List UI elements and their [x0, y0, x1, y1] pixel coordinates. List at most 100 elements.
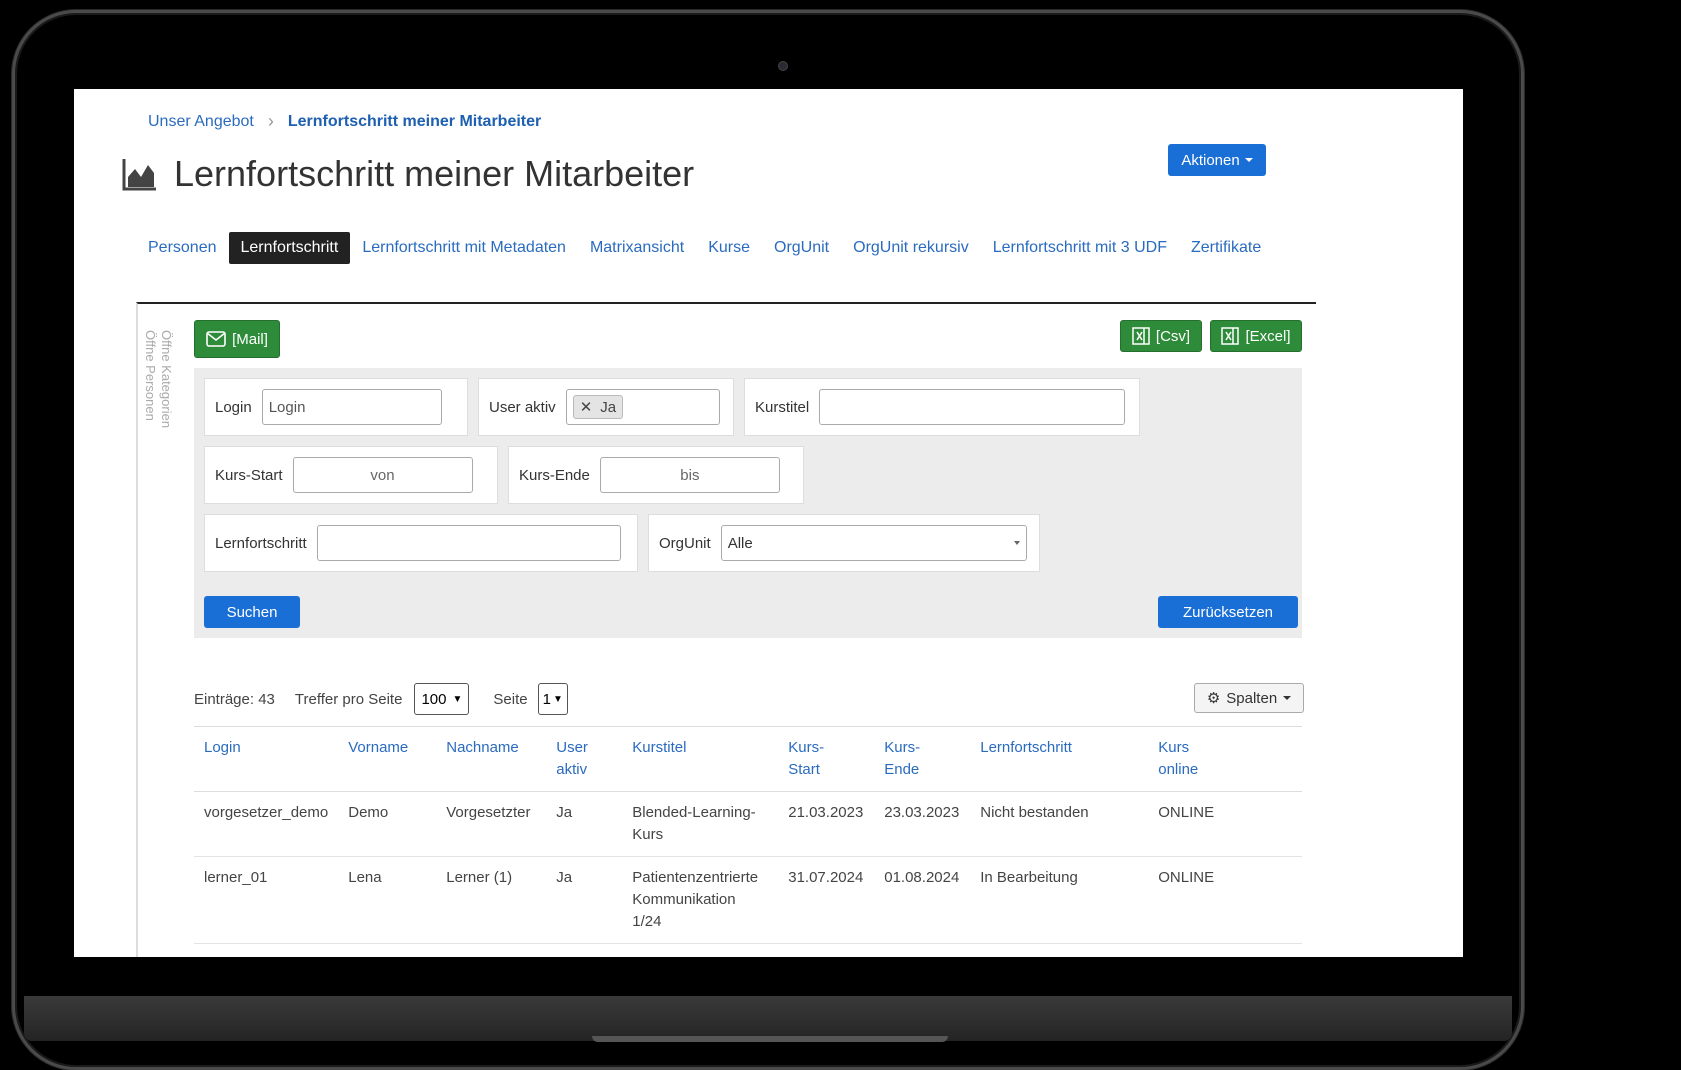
tab-orgunit-rekursiv[interactable]: OrgUnit rekursiv	[841, 232, 981, 264]
user-aktiv-tag-label: Ja	[600, 398, 617, 416]
reset-button[interactable]: Zurücksetzen	[1158, 596, 1298, 628]
filter-orgunit: OrgUnit Alle	[648, 514, 1040, 572]
spreadsheet-icon	[1221, 327, 1240, 345]
kurs-ende-input[interactable]: bis	[599, 457, 780, 493]
column-header-kurstitel[interactable]: Kurstitel	[622, 726, 779, 792]
columns-label: Spalten	[1226, 689, 1278, 707]
kurs-start-label: Kurs-Start	[215, 466, 283, 484]
kurstitel-input[interactable]	[819, 389, 1126, 425]
page-label: Seite	[493, 690, 528, 708]
column-header-login[interactable]: Login	[194, 726, 339, 792]
envelope-icon	[206, 331, 226, 347]
laptop-base	[24, 996, 1512, 1041]
breadcrumb-current[interactable]: Lernfortschritt meiner Mitarbeiter	[288, 113, 541, 131]
tab-bar: Personen Lernfortschritt Lernfortschritt…	[136, 232, 1273, 264]
cell-vorname: Demo	[338, 791, 437, 857]
cell-kurs-online: ONLINE	[1148, 791, 1302, 857]
caret-down-icon	[1244, 158, 1253, 162]
cell-kurs-start: 31.07.2024	[778, 856, 875, 944]
area-chart-icon	[122, 159, 156, 191]
aktionen-label: Aktionen	[1181, 151, 1240, 169]
tab-lernfortschritt-3-udf[interactable]: Lernfortschritt mit 3 UDF	[981, 232, 1179, 264]
cell-kurs-start: 21.03.2023	[778, 791, 875, 857]
user-aktiv-select[interactable]: ✕ Ja	[565, 389, 720, 425]
tab-matrixansicht[interactable]: Matrixansicht	[578, 232, 696, 264]
column-header-kurs-ende[interactable]: Kurs- Ende	[874, 726, 971, 792]
tab-lernfortschritt[interactable]: Lernfortschritt	[228, 232, 351, 264]
column-header-kurs-online[interactable]: Kurs online	[1148, 726, 1302, 792]
filter-kurs-ende: Kurs-Ende bis	[508, 446, 804, 504]
tab-personen[interactable]: Personen	[136, 232, 229, 264]
cell-kurstitel: Patientenzentrierte Kommunikation 1/24	[622, 856, 779, 944]
page-value: 1	[542, 690, 551, 708]
login-input[interactable]: Login	[261, 389, 442, 425]
filter-lernfortschritt: Lernfortschritt	[204, 514, 638, 572]
tab-lernfortschritt-metadaten[interactable]: Lernfortschritt mit Metadaten	[350, 232, 578, 264]
breadcrumb-parent-link[interactable]: Unser Angebot	[148, 113, 254, 131]
user-aktiv-tag: ✕ Ja	[572, 395, 624, 419]
orgunit-select[interactable]: Alle	[720, 525, 1027, 561]
lernfortschritt-input[interactable]	[316, 525, 621, 561]
remove-tag-icon[interactable]: ✕	[580, 398, 593, 416]
table-header-row: Login Vorname Nachname User aktiv Kurstit…	[194, 726, 1302, 792]
filter-kurstitel: Kurstitel	[744, 378, 1140, 436]
mail-label: [Mail]	[232, 330, 268, 348]
tab-kurse[interactable]: Kurse	[696, 232, 762, 264]
cell-kurs-ende: 23.03.2023	[874, 791, 971, 857]
report-panel: Öffne Kategorien Öffne Personen [Mail] […	[136, 302, 1316, 957]
column-header-user-aktiv[interactable]: User aktiv	[546, 726, 623, 792]
cell-login: vorgesetzer_demo	[194, 791, 339, 857]
chevron-down-icon: ▼	[452, 693, 463, 705]
search-button[interactable]: Suchen	[204, 596, 300, 628]
cell-user-aktiv: Ja	[546, 791, 623, 857]
cell-vorname: Lena	[338, 856, 437, 944]
breadcrumb-separator-icon: ›	[267, 111, 274, 131]
filter-kurs-start: Kurs-Start von	[204, 446, 498, 504]
cell-lernfortschritt: In Bearbeitung	[970, 856, 1149, 944]
cell-kurs-online: ONLINE	[1148, 856, 1302, 944]
caret-down-icon	[1283, 696, 1292, 700]
toggle-persons[interactable]: Öffne Personen	[142, 330, 158, 428]
column-header-lernfortschritt[interactable]: Lernfortschritt	[970, 726, 1149, 792]
tab-orgunit[interactable]: OrgUnit	[762, 232, 841, 264]
cell-kurs-ende: 01.08.2024	[874, 856, 971, 944]
column-header-kurs-start[interactable]: Kurs- Start	[778, 726, 875, 792]
toggle-categories[interactable]: Öffne Kategorien	[158, 330, 174, 428]
table-row[interactable]: lerner_01 Lena Lerner (1) Ja Patientenze…	[194, 856, 1302, 944]
results-table: Login Vorname Nachname User aktiv Kurstit…	[194, 726, 1302, 944]
csv-export-button[interactable]: [Csv]	[1120, 320, 1202, 352]
camera-dot	[778, 61, 788, 71]
table-controls: Einträge: 43 Treffer pro Seite 100 ▼ Sei…	[194, 682, 1304, 716]
cell-lernfortschritt: Nicht bestanden	[970, 791, 1149, 857]
column-header-nachname[interactable]: Nachname	[436, 726, 547, 792]
aktionen-dropdown-button[interactable]: Aktionen	[1168, 144, 1266, 176]
table-row[interactable]: vorgesetzer_demo Demo Vorgesetzter Ja Bl…	[194, 791, 1302, 857]
excel-export-button[interactable]: [Excel]	[1210, 320, 1302, 352]
cell-kurstitel: Blended-Learning-Kurs	[622, 791, 779, 857]
laptop-notch	[592, 1036, 948, 1042]
cell-nachname: Vorgesetzter	[436, 791, 547, 857]
mail-button[interactable]: [Mail]	[194, 320, 280, 358]
kurs-start-input[interactable]: von	[292, 457, 473, 493]
cell-user-aktiv: Ja	[546, 856, 623, 944]
columns-button[interactable]: ⚙ Spalten	[1194, 683, 1304, 713]
orgunit-filter-label: OrgUnit	[659, 534, 711, 552]
cell-login: lerner_01	[194, 856, 339, 944]
filter-login: Login Login	[204, 378, 468, 436]
page-select[interactable]: 1 ▼	[537, 683, 568, 715]
side-toggle-labels: Öffne Kategorien Öffne Personen	[142, 330, 174, 428]
gear-icon: ⚙	[1206, 690, 1221, 707]
entries-count: Einträge: 43	[194, 690, 275, 708]
page-header: Lernfortschritt meiner Mitarbeiter	[122, 153, 694, 195]
kurs-ende-label: Kurs-Ende	[519, 466, 590, 484]
kurstitel-filter-label: Kurstitel	[755, 398, 810, 416]
per-page-label: Treffer pro Seite	[294, 690, 403, 708]
column-header-vorname[interactable]: Vorname	[338, 726, 437, 792]
spreadsheet-icon	[1132, 327, 1150, 345]
excel-label: [Excel]	[1245, 327, 1291, 345]
page-title: Lernfortschritt meiner Mitarbeiter	[174, 153, 695, 194]
tab-zertifikate[interactable]: Zertifikate	[1179, 232, 1273, 264]
chevron-down-icon	[1013, 541, 1020, 545]
breadcrumb: Unser Angebot › Lernfortschritt meiner M…	[148, 111, 541, 132]
per-page-select[interactable]: 100 ▼	[414, 683, 470, 715]
